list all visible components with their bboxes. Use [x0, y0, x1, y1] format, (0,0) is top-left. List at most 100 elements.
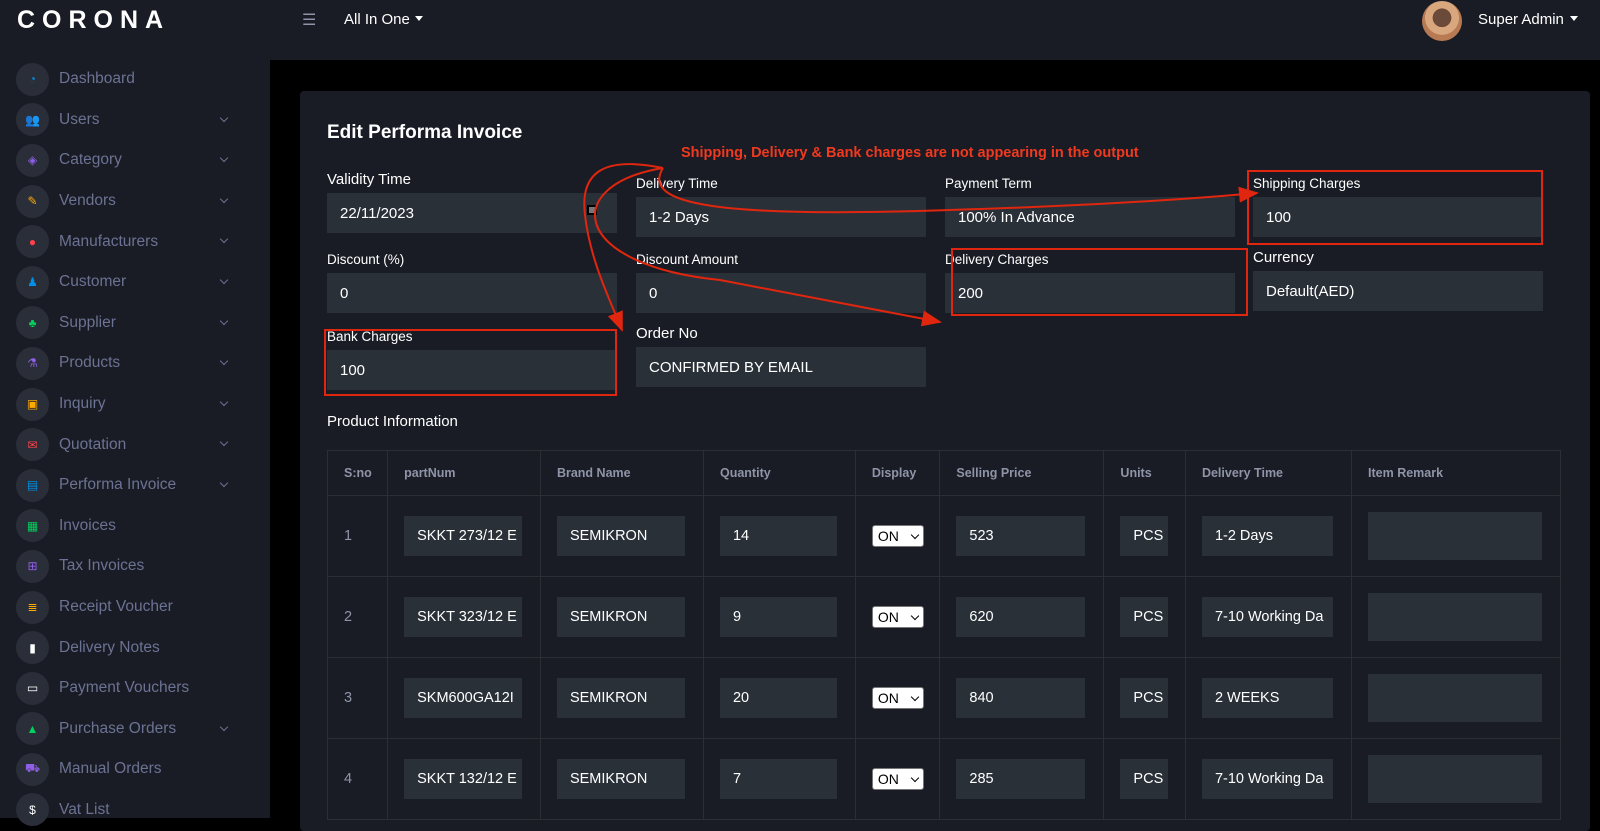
- bank-charges-input[interactable]: 100: [327, 350, 617, 390]
- units-input[interactable]: PCS: [1120, 597, 1169, 637]
- sidebar-item-payment-vouchers[interactable]: ▭ Payment Vouchers: [0, 668, 270, 709]
- table-cell: 523: [939, 495, 1105, 577]
- table-row: 2 SKKT 323/12 E SEMIKRON 9 ON 620 PCS 7-10 Work…: [326, 576, 1561, 658]
- qty-input[interactable]: 14: [719, 516, 837, 556]
- part-input[interactable]: SKKT 323/12 E: [404, 597, 523, 637]
- user-name: Super Admin: [1478, 11, 1564, 28]
- part-input[interactable]: SKKT 273/12 E: [404, 516, 523, 556]
- discount-pct-input[interactable]: 0: [327, 273, 617, 313]
- order-no-input[interactable]: CONFIRMED BY EMAIL: [636, 347, 926, 387]
- sidebar-item-category[interactable]: ◈ Category: [0, 140, 270, 181]
- sidebar-item-quotation[interactable]: ✉ Quotation: [0, 424, 270, 465]
- column-header: partNum: [387, 450, 541, 496]
- dtime-input[interactable]: 1-2 Days: [1201, 516, 1333, 556]
- delivery-charges-group: Delivery Charges 200: [945, 251, 1235, 313]
- part-input[interactable]: SKM600GA12I: [404, 678, 523, 718]
- currency-group: Currency Default(AED): [1253, 249, 1543, 311]
- sidebar-item-invoices[interactable]: ▦ Invoices: [0, 506, 270, 547]
- sidebar-item-label: Category: [59, 151, 122, 169]
- receipt-icon: ≣: [16, 590, 49, 624]
- brand-input[interactable]: SEMIKRON: [556, 759, 685, 799]
- display-select-value: ON: [877, 528, 899, 544]
- sidebar-item-label: Invoices: [59, 516, 116, 534]
- sidebar-item-purchase-orders[interactable]: ▲ Purchase Orders: [0, 709, 270, 750]
- price-input[interactable]: 285: [956, 759, 1086, 799]
- sidebar-item-label: Delivery Notes: [59, 638, 160, 656]
- sidebar-item-performa-invoice[interactable]: ▤ Performa Invoice: [0, 465, 270, 506]
- units-input[interactable]: PCS: [1120, 759, 1169, 799]
- display-select[interactable]: ON: [871, 525, 924, 547]
- dtime-input[interactable]: 7-10 Working Da: [1201, 597, 1333, 637]
- gift-icon: ⊞: [16, 549, 49, 583]
- validity-time-input[interactable]: 22/11/2023: [327, 193, 617, 233]
- display-select[interactable]: ON: [871, 687, 924, 709]
- cash-icon: ▭: [16, 671, 49, 705]
- display-select[interactable]: ON: [871, 606, 924, 628]
- avatar[interactable]: [1422, 1, 1462, 41]
- discount-pct-label: Discount (%): [327, 252, 405, 267]
- calendar-icon[interactable]: [587, 205, 597, 215]
- price-input[interactable]: 523: [956, 516, 1086, 556]
- sidebar-item-delivery-notes[interactable]: ▮ Delivery Notes: [0, 627, 270, 668]
- column-header: Delivery Time: [1184, 450, 1353, 496]
- project-dropdown[interactable]: All In One: [344, 11, 423, 28]
- remark-input[interactable]: [1368, 593, 1543, 641]
- order-no-label: Order No: [636, 325, 698, 342]
- menu-toggle-icon[interactable]: ☰: [302, 10, 316, 30]
- table-row: 1 SKKT 273/12 E SEMIKRON 14 ON 523 PCS 1-2 Days: [326, 495, 1561, 577]
- brand-logo[interactable]: CORONA: [17, 6, 170, 35]
- sidebar-item-dashboard[interactable]: ◔ Dashboard: [0, 59, 270, 100]
- display-select[interactable]: ON: [871, 768, 924, 790]
- payment-term-input[interactable]: 100% In Advance: [945, 197, 1235, 237]
- table-cell: PCS: [1103, 495, 1186, 577]
- column-header: Quantity: [702, 450, 856, 496]
- delivery-time-input[interactable]: 1-2 Days: [636, 197, 926, 237]
- users-icon: 👥: [16, 103, 49, 137]
- sidebar-item-receipt-voucher[interactable]: ≣ Receipt Voucher: [0, 587, 270, 628]
- shipping-charges-input[interactable]: 100: [1253, 197, 1543, 237]
- bag-icon: ▲: [16, 712, 49, 746]
- discount-amount-input[interactable]: 0: [636, 273, 926, 313]
- chevron-down-icon: [219, 153, 229, 163]
- chevron-down-icon: [219, 316, 229, 325]
- sidebar-item-products[interactable]: ⚗ Products: [0, 343, 270, 384]
- brand-input[interactable]: SEMIKRON: [556, 597, 685, 637]
- user-dropdown[interactable]: Super Admin: [1478, 11, 1578, 28]
- price-input[interactable]: 620: [956, 597, 1086, 637]
- brand-input[interactable]: SEMIKRON: [556, 516, 685, 556]
- qty-input[interactable]: 7: [719, 759, 837, 799]
- remark-input[interactable]: [1368, 512, 1543, 560]
- table-cell: ON: [854, 657, 941, 739]
- sidebar-item-users[interactable]: 👥 Users: [0, 100, 270, 141]
- sidebar-item-customer[interactable]: ♟ Customer: [0, 262, 270, 303]
- table-cell: [1351, 657, 1561, 739]
- price-input[interactable]: 840: [956, 678, 1086, 718]
- part-input[interactable]: SKKT 132/12 E: [404, 759, 523, 799]
- remark-input[interactable]: [1368, 755, 1543, 803]
- sidebar-item-vat-list[interactable]: $ Vat List: [0, 790, 270, 831]
- qty-input[interactable]: 9: [719, 597, 837, 637]
- qty-input[interactable]: 20: [719, 678, 837, 718]
- table-cell: 1: [326, 495, 389, 577]
- sidebar-item-vendors[interactable]: ✎ Vendors: [0, 181, 270, 222]
- dtime-input[interactable]: 7-10 Working Da: [1201, 759, 1333, 799]
- remark-input[interactable]: [1368, 674, 1543, 722]
- units-input[interactable]: PCS: [1120, 678, 1169, 718]
- chevron-down-icon: [910, 530, 920, 540]
- sidebar-item-manual-orders[interactable]: ⛟ Manual Orders: [0, 749, 270, 790]
- table-cell: PCS: [1103, 576, 1186, 658]
- sidebar-item-manufacturers[interactable]: ● Manufacturers: [0, 221, 270, 262]
- chevron-down-icon: [219, 478, 229, 488]
- brand-input[interactable]: SEMIKRON: [556, 678, 685, 718]
- units-input[interactable]: PCS: [1120, 516, 1169, 556]
- sidebar-item-supplier[interactable]: ♣ Supplier: [0, 303, 270, 344]
- delivery-charges-input[interactable]: 200: [945, 273, 1235, 313]
- sidebar-item-inquiry[interactable]: ▣ Inquiry: [0, 384, 270, 425]
- sidebar-item-tax-invoices[interactable]: ⊞ Tax Invoices: [0, 546, 270, 587]
- table-cell: SKKT 273/12 E: [387, 495, 541, 577]
- discount-amount-label: Discount Amount: [636, 252, 739, 267]
- currency-select[interactable]: Default(AED): [1253, 271, 1543, 311]
- sidebar-nav: ◔ Dashboard 👥 Users ◈ Category ✎ Vendors ● Manufa…: [0, 59, 270, 830]
- dtime-input[interactable]: 2 WEEKS: [1201, 678, 1333, 718]
- table-row: 3 SKM600GA12I SEMIKRON 20 ON 840 PCS 2 WEEKS: [326, 657, 1561, 739]
